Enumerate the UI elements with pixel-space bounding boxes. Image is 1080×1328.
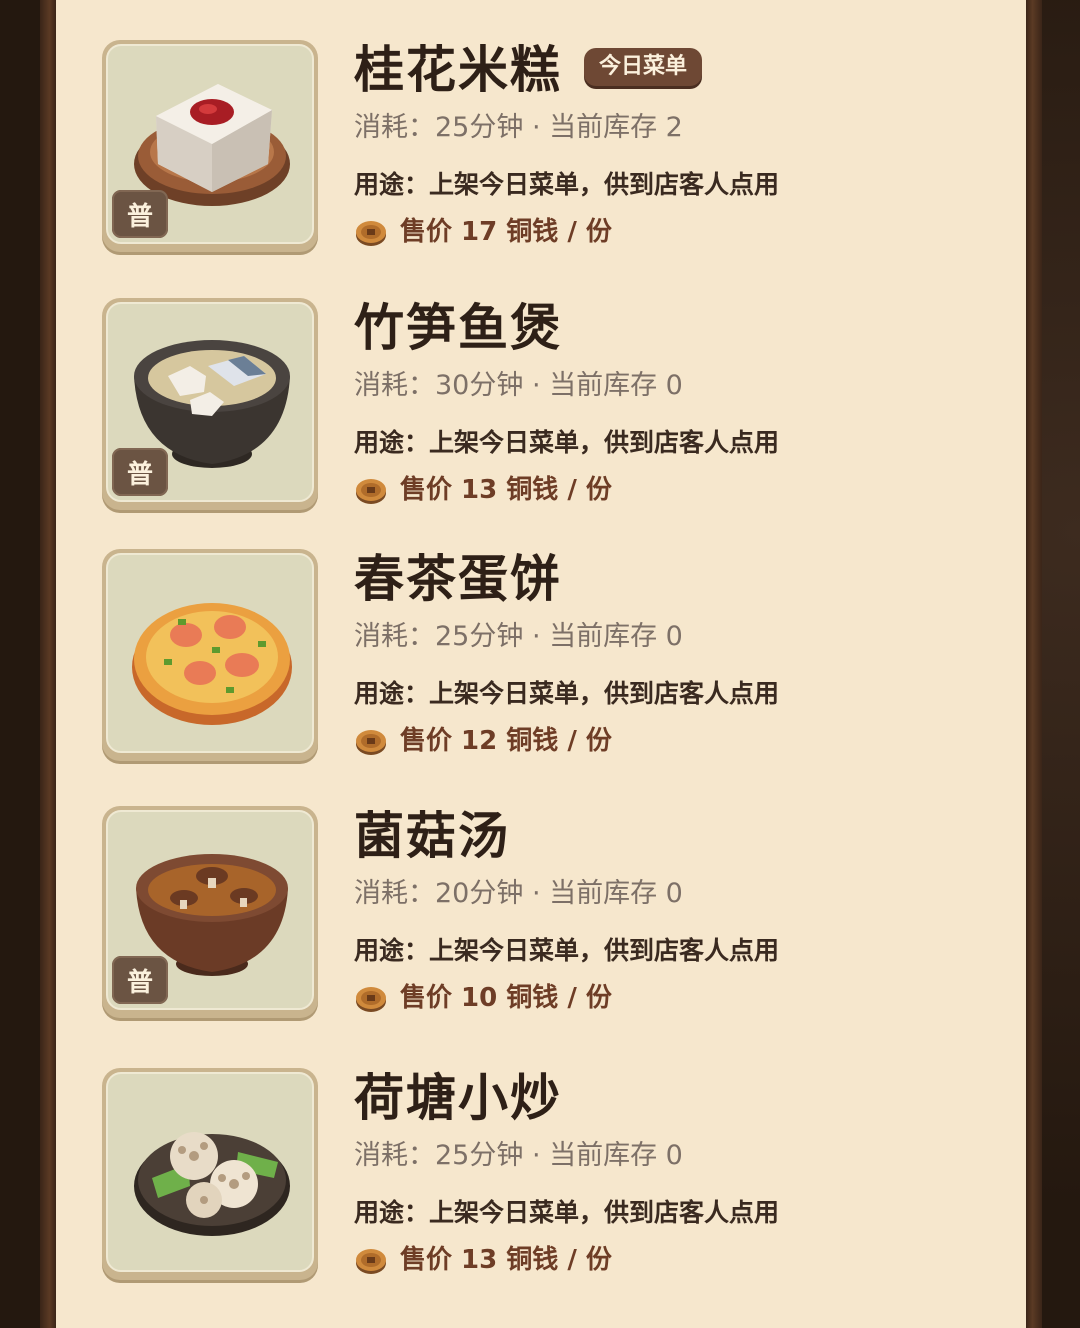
- recipe-name: 桂花米糕: [354, 40, 562, 99]
- recipe-name: 竹笋鱼煲: [354, 298, 562, 357]
- copper-coin-icon: [356, 987, 386, 1012]
- recipe-thumbnail[interactable]: [102, 549, 318, 761]
- grade-badge: 普: [112, 956, 168, 1004]
- recipe-price: 售价 12 铜钱 / 份: [354, 723, 612, 759]
- copper-coin-icon: [356, 1249, 386, 1274]
- grade-badge: 普: [112, 448, 168, 496]
- price-text: 售价 10 铜钱 / 份: [400, 983, 612, 1013]
- recipe-item[interactable]: 荷塘小炒 消耗：25分钟 · 当前库存 0 用途：上架今日菜单，供到店客人点用 …: [102, 1068, 1002, 1288]
- recipe-meta: 消耗：25分钟 · 当前库存 0: [354, 1140, 683, 1171]
- recipe-usage: 用途：上架今日菜单，供到店客人点用: [354, 428, 780, 457]
- today-menu-tag: 今日菜单: [584, 48, 703, 86]
- recipe-price: 售价 13 铜钱 / 份: [354, 472, 612, 508]
- copper-coin-icon: [356, 730, 386, 755]
- recipe-thumbnail[interactable]: 普: [102, 806, 318, 1018]
- recipe-name: 春茶蛋饼: [354, 549, 562, 608]
- price-text: 售价 17 铜钱 / 份: [400, 217, 612, 247]
- price-text: 售价 13 铜钱 / 份: [400, 1245, 612, 1275]
- recipe-usage: 用途：上架今日菜单，供到店客人点用: [354, 936, 780, 965]
- copper-coin-icon: [356, 479, 386, 504]
- recipe-meta: 消耗：30分钟 · 当前库存 0: [354, 370, 683, 401]
- lotus-stirfry-icon: [106, 1072, 314, 1272]
- recipe-price: 售价 17 铜钱 / 份: [354, 214, 612, 250]
- recipe-thumbnail[interactable]: [102, 1068, 318, 1280]
- price-text: 售价 12 铜钱 / 份: [400, 726, 612, 756]
- recipe-usage: 用途：上架今日菜单，供到店客人点用: [354, 170, 780, 199]
- recipe-thumbnail[interactable]: 普: [102, 40, 318, 252]
- recipe-usage: 用途：上架今日菜单，供到店客人点用: [354, 679, 780, 708]
- panel-frame-right: [1026, 0, 1042, 1328]
- grade-badge: 普: [112, 190, 168, 238]
- recipe-price: 售价 10 铜钱 / 份: [354, 980, 612, 1016]
- recipe-meta: 消耗：25分钟 · 当前库存 2: [354, 112, 683, 143]
- recipe-name: 菌菇汤: [354, 806, 510, 865]
- recipe-name: 荷塘小炒: [354, 1068, 562, 1127]
- recipe-item[interactable]: 普 菌菇汤 消耗：20分钟 · 当前库存 0 用途：上架今日菜单，供到店客人点用…: [102, 806, 1002, 1026]
- recipe-item[interactable]: 普 桂花米糕 今日菜单 消耗：25分钟 · 当前库存 2 用途：上架今日菜单，供…: [102, 40, 1002, 260]
- panel-frame-left: [40, 0, 56, 1328]
- copper-coin-icon: [356, 221, 386, 246]
- recipe-item[interactable]: 普 竹笋鱼煲 消耗：30分钟 · 当前库存 0 用途：上架今日菜单，供到店客人点…: [102, 298, 1002, 518]
- recipe-usage: 用途：上架今日菜单，供到店客人点用: [354, 1198, 780, 1227]
- price-text: 售价 13 铜钱 / 份: [400, 475, 612, 505]
- recipe-item[interactable]: 春茶蛋饼 消耗：25分钟 · 当前库存 0 用途：上架今日菜单，供到店客人点用 …: [102, 549, 1002, 769]
- recipe-thumbnail[interactable]: 普: [102, 298, 318, 510]
- recipe-meta: 消耗：20分钟 · 当前库存 0: [354, 878, 683, 909]
- egg-pancake-icon: [106, 553, 314, 753]
- recipe-meta: 消耗：25分钟 · 当前库存 0: [354, 621, 683, 652]
- recipe-price: 售价 13 铜钱 / 份: [354, 1242, 612, 1278]
